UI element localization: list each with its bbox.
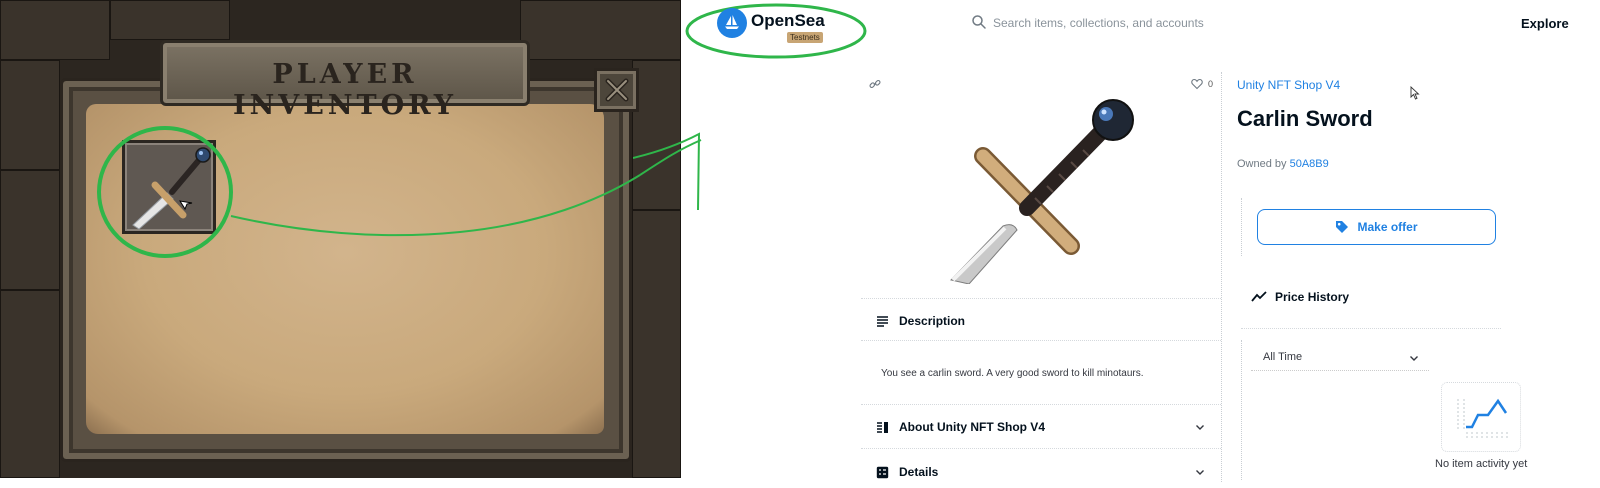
divider xyxy=(861,448,1221,449)
link-icon[interactable] xyxy=(869,78,881,90)
time-range-value: All Time xyxy=(1263,350,1303,363)
chevron-down-icon xyxy=(1410,356,1418,361)
time-range-select[interactable]: All Time xyxy=(1251,343,1429,371)
owner-link[interactable]: 50A8B9 xyxy=(1290,158,1329,170)
price-history-title: Price History xyxy=(1275,290,1350,304)
wall-brick xyxy=(110,0,230,40)
wall-brick xyxy=(0,60,60,170)
chevron-down-icon[interactable] xyxy=(1195,422,1205,432)
wall-brick xyxy=(0,0,110,60)
details-icon xyxy=(876,466,889,478)
search-icon xyxy=(972,15,986,29)
sword-icon xyxy=(132,147,211,230)
wall-brick xyxy=(0,290,60,478)
favorites-count: 0 xyxy=(1208,79,1214,89)
make-offer-label: Make offer xyxy=(1357,220,1418,234)
game-view: PLAYER INVENTORY xyxy=(0,0,681,478)
brand-name[interactable]: OpenSea xyxy=(751,11,825,31)
price-history-header[interactable]: Price History xyxy=(1251,290,1349,304)
description-header: Description xyxy=(876,314,965,328)
chevron-down-icon[interactable] xyxy=(1195,467,1205,477)
divider xyxy=(1241,340,1242,480)
inventory-title-plaque: PLAYER INVENTORY xyxy=(160,40,530,121)
lines-icon xyxy=(877,315,888,327)
details-title: Details xyxy=(899,465,939,479)
trend-icon xyxy=(1251,291,1267,302)
opensea-logo[interactable] xyxy=(717,8,747,38)
nav-explore[interactable]: Explore xyxy=(1521,16,1569,31)
make-offer-button[interactable]: Make offer xyxy=(1257,209,1496,245)
divider xyxy=(1241,198,1242,256)
tag-icon xyxy=(1336,221,1349,233)
wall-brick xyxy=(0,170,60,290)
owned-by: Owned by 50A8B9 xyxy=(1237,158,1329,170)
testnets-badge: Testnets xyxy=(787,32,823,43)
divider xyxy=(1241,328,1501,329)
details-header[interactable]: Details xyxy=(876,465,938,479)
description-text: You see a carlin sword. A very good swor… xyxy=(881,368,1144,379)
heart-icon[interactable] xyxy=(1191,78,1203,90)
column-divider xyxy=(1221,72,1222,482)
wall-brick xyxy=(632,210,681,478)
opensea-page: OpenSea Testnets Explore 0 Desc xyxy=(633,0,1600,488)
close-icon xyxy=(605,78,628,102)
divider xyxy=(861,298,1221,299)
search-input[interactable] xyxy=(993,14,1293,32)
inventory-title: PLAYER INVENTORY xyxy=(232,59,457,121)
item-image-sword xyxy=(950,99,1134,284)
site-header: OpenSea Testnets Explore xyxy=(681,0,1600,59)
about-collection-title: About Unity NFT Shop V4 xyxy=(899,420,1045,434)
divider xyxy=(861,340,1221,341)
inventory-slot-sword[interactable] xyxy=(122,140,216,234)
no-activity-text: No item activity yet xyxy=(1435,458,1528,470)
collection-link[interactable]: Unity NFT Shop V4 xyxy=(1237,78,1340,92)
chart-placeholder-icon xyxy=(1457,398,1508,438)
empty-chart-placeholder xyxy=(1441,382,1521,452)
sailboat-icon xyxy=(725,15,739,29)
item-title: Carlin Sword xyxy=(1237,106,1373,131)
description-title: Description xyxy=(899,314,966,328)
about-collection-header[interactable]: About Unity NFT Shop V4 xyxy=(876,420,1045,434)
mouse-cursor-icon xyxy=(1410,86,1420,100)
owned-by-label: Owned by xyxy=(1237,158,1287,170)
list-icon xyxy=(877,421,888,433)
divider xyxy=(861,404,1221,405)
